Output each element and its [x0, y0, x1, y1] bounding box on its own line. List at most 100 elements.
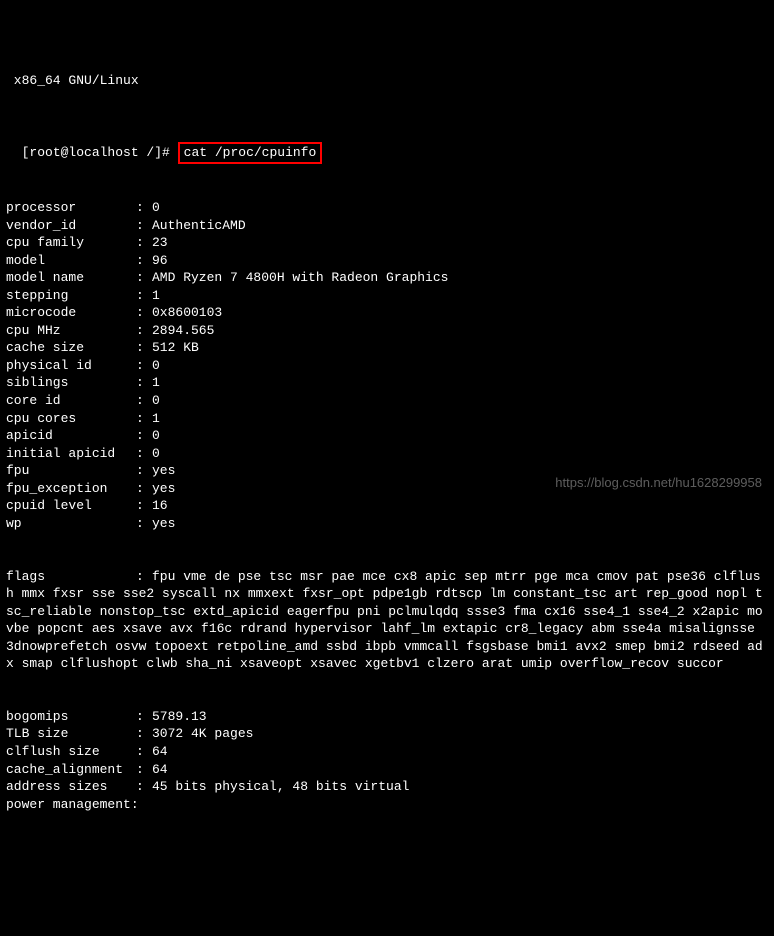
cpuinfo-key: model [6, 252, 136, 270]
cpuinfo-row: microcode:0x8600103 [6, 304, 768, 322]
cpuinfo-sep: : [136, 322, 152, 340]
cpuinfo-value: 1 [152, 374, 768, 392]
cpuinfo-sep: : [136, 339, 152, 357]
cpuinfo-key: cpu family [6, 234, 136, 252]
cpuinfo-row: TLB size:3072 4K pages [6, 725, 768, 743]
cpuinfo-value: AuthenticAMD [152, 217, 768, 235]
cpuinfo-sep: : [136, 234, 152, 252]
cpuinfo-sep: : [136, 392, 152, 410]
cpuinfo-key: stepping [6, 287, 136, 305]
cpuinfo-row: power management: [6, 796, 768, 814]
cpuinfo-key: processor [6, 199, 136, 217]
cpuinfo-row: cache size:512 KB [6, 339, 768, 357]
cpuinfo-key: model name [6, 269, 136, 287]
command-highlight: cat /proc/cpuinfo [178, 142, 323, 164]
cpuinfo-sep: : [136, 708, 152, 726]
cpuinfo-key: fpu_exception [6, 480, 136, 498]
cpuinfo-key: microcode [6, 304, 136, 322]
cpuinfo-value: 0 [152, 427, 768, 445]
cpuinfo-value: 2894.565 [152, 322, 768, 340]
cpuinfo-row: processor:0 [6, 199, 768, 217]
cpuinfo-key: wp [6, 515, 136, 533]
cpuinfo-value: 0 [152, 357, 768, 375]
cpuinfo-key: cache_alignment [6, 761, 136, 779]
cpuinfo-key: flags [6, 568, 136, 586]
cpuinfo-row: cpu family:23 [6, 234, 768, 252]
cpuinfo-value: 0 [152, 392, 768, 410]
cpuinfo-row: fpu_exception:yes [6, 480, 768, 498]
cpuinfo-value: 3072 4K pages [152, 725, 768, 743]
cpuinfo-row: fpu:yes [6, 462, 768, 480]
command-text: cat /proc/cpuinfo [184, 145, 317, 160]
cpuinfo-key: initial apicid [6, 445, 136, 463]
cpuinfo-value: 64 [152, 743, 768, 761]
cpuinfo-value: 512 KB [152, 339, 768, 357]
cpuinfo-row: address sizes:45 bits physical, 48 bits … [6, 778, 768, 796]
cpuinfo-key: siblings [6, 374, 136, 392]
cpuinfo-key: bogomips [6, 708, 136, 726]
cpuinfo-sep: : [136, 252, 152, 270]
cpuinfo-value: 0x8600103 [152, 304, 768, 322]
cpuinfo-key: apicid [6, 427, 136, 445]
cpuinfo-row: wp:yes [6, 515, 768, 533]
cpuinfo-sep: : [136, 427, 152, 445]
cpuinfo-sep: : [136, 287, 152, 305]
cpuinfo-value: yes [152, 480, 768, 498]
cpuinfo-sep: : [136, 217, 152, 235]
cpuinfo-row: core id:0 [6, 392, 768, 410]
cpuinfo-row: siblings:1 [6, 374, 768, 392]
cpuinfo-key: clflush size [6, 743, 136, 761]
shell-prompt-line[interactable]: [root@localhost /]# cat /proc/cpuinfo [6, 125, 768, 164]
cpuinfo-row: vendor_id:AuthenticAMD [6, 217, 768, 235]
cpuinfo-sep: : [136, 515, 152, 533]
cpuinfo-key: TLB size [6, 725, 136, 743]
cpuinfo-value: 45 bits physical, 48 bits virtual [152, 778, 768, 796]
cpuinfo-sep: : [136, 410, 152, 428]
cpuinfo-key: fpu [6, 462, 136, 480]
cpuinfo-sep: : [136, 725, 152, 743]
cpuinfo-rows-bottom: bogomips:5789.13TLB size:3072 4K pagescl… [6, 708, 768, 813]
cpuinfo-key: vendor_id [6, 217, 136, 235]
cpuinfo-sep: : [136, 462, 152, 480]
cpuinfo-key: cpu MHz [6, 322, 136, 340]
cpuinfo-sep: : [136, 269, 152, 287]
cpuinfo-sep: : [136, 761, 152, 779]
cpuinfo-key: physical id [6, 357, 136, 375]
cpuinfo-value [152, 796, 768, 814]
cpuinfo-row: clflush size:64 [6, 743, 768, 761]
cpuinfo-sep: : [136, 199, 152, 217]
cpuinfo-sep: : [136, 568, 152, 586]
cpuinfo-value: 0 [152, 445, 768, 463]
cpuinfo-value: 96 [152, 252, 768, 270]
cpuinfo-key: core id [6, 392, 136, 410]
cpuinfo-row: bogomips:5789.13 [6, 708, 768, 726]
cpuinfo-value: 5789.13 [152, 708, 768, 726]
cpuinfo-value: yes [152, 515, 768, 533]
cpuinfo-rows-top: processor:0vendor_id:AuthenticAMDcpu fam… [6, 199, 768, 532]
cpuinfo-value: 64 [152, 761, 768, 779]
cpuinfo-key: address sizes [6, 778, 136, 796]
header-partial-line: x86_64 GNU/Linux [6, 72, 768, 90]
cpuinfo-sep: : [136, 480, 152, 498]
cpuinfo-key: cpu cores [6, 410, 136, 428]
cpuinfo-sep: : [136, 374, 152, 392]
cpuinfo-row: cpu cores:1 [6, 410, 768, 428]
cpuinfo-row: model:96 [6, 252, 768, 270]
cpuinfo-row: stepping:1 [6, 287, 768, 305]
cpuinfo-sep [136, 796, 152, 814]
cpuinfo-key: cache size [6, 339, 136, 357]
cpuinfo-row: cpu MHz:2894.565 [6, 322, 768, 340]
cpuinfo-row: model name:AMD Ryzen 7 4800H with Radeon… [6, 269, 768, 287]
cpuinfo-row: physical id:0 [6, 357, 768, 375]
cpuinfo-value: 23 [152, 234, 768, 252]
cpuinfo-sep: : [136, 743, 152, 761]
cpuinfo-sep: : [136, 778, 152, 796]
shell-prompt: [root@localhost /]# [22, 145, 170, 160]
cpuinfo-key: power management: [6, 796, 136, 814]
cpuinfo-sep: : [136, 357, 152, 375]
cpuinfo-value: yes [152, 462, 768, 480]
cpuinfo-value: 0 [152, 199, 768, 217]
cpuinfo-value: AMD Ryzen 7 4800H with Radeon Graphics [152, 269, 768, 287]
cpuinfo-row: initial apicid:0 [6, 445, 768, 463]
cpuinfo-sep: : [136, 445, 152, 463]
